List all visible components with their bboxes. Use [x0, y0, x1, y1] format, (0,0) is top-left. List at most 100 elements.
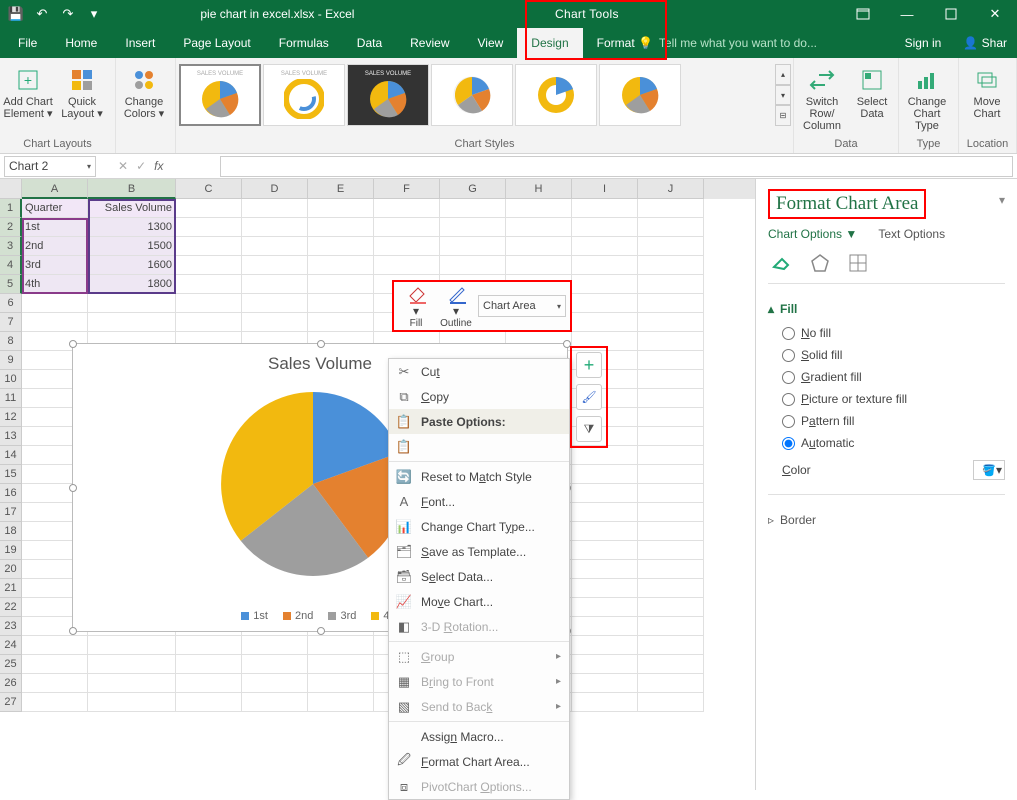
row-header-5[interactable]: 5: [0, 275, 22, 294]
tab-page-layout[interactable]: Page Layout: [169, 28, 264, 58]
tab-home[interactable]: Home: [51, 28, 111, 58]
row-header-4[interactable]: 4: [0, 256, 22, 275]
cell-b3[interactable]: 1500: [88, 237, 176, 256]
row-header-27[interactable]: 27: [0, 693, 22, 712]
row-header-24[interactable]: 24: [0, 636, 22, 655]
tab-file[interactable]: File: [4, 28, 51, 58]
row-header-7[interactable]: 7: [0, 313, 22, 332]
fx-icon[interactable]: fx: [154, 159, 163, 173]
row-header-20[interactable]: 20: [0, 560, 22, 579]
cell-b5[interactable]: 1800: [88, 275, 176, 294]
qat-customize-icon[interactable]: ▾: [86, 6, 102, 22]
formula-bar[interactable]: [220, 156, 1013, 177]
chart-filters-button[interactable]: ⧩: [576, 416, 602, 442]
context-select-data[interactable]: 🗃Select Data...: [389, 564, 569, 589]
change-colors-button[interactable]: Change Colors ▾: [118, 64, 170, 120]
row-header-23[interactable]: 23: [0, 617, 22, 636]
name-box-dropdown-icon[interactable]: ▾: [87, 162, 91, 171]
radio-automatic[interactable]: Automatic: [782, 436, 1005, 450]
chart-elements-button[interactable]: +: [576, 352, 602, 378]
context-move-chart[interactable]: 📈Move Chart...: [389, 589, 569, 614]
quick-layout-button[interactable]: Quick Layout ▾: [56, 64, 108, 120]
pie-chart[interactable]: [213, 384, 413, 584]
tab-review[interactable]: Review: [396, 28, 463, 58]
row-header-3[interactable]: 3: [0, 237, 22, 256]
row-header-18[interactable]: 18: [0, 522, 22, 541]
select-data-button[interactable]: Select Data: [850, 64, 894, 120]
tell-me[interactable]: 💡 Tell me what you want to do...: [638, 36, 817, 50]
mini-element-selector[interactable]: Chart Area ▾: [478, 295, 566, 317]
chart-style-6[interactable]: [599, 64, 681, 126]
chart-styles-scroll[interactable]: ▴ ▾ ⊟: [775, 64, 791, 126]
ribbon-options-icon[interactable]: [841, 0, 885, 28]
row-header-19[interactable]: 19: [0, 541, 22, 560]
chart-style-1[interactable]: SALES VOLUME: [179, 64, 261, 126]
size-properties-icon[interactable]: [848, 253, 868, 273]
col-header-C[interactable]: C: [176, 179, 242, 199]
chevron-down-icon[interactable]: ▾: [775, 85, 791, 106]
row-header-10[interactable]: 10: [0, 370, 22, 389]
row-header-14[interactable]: 14: [0, 446, 22, 465]
move-chart-button[interactable]: Move Chart: [961, 64, 1013, 120]
select-all-corner[interactable]: [0, 179, 22, 199]
expand-gallery-icon[interactable]: ⊟: [775, 105, 791, 126]
share-button[interactable]: 👤 Shar: [953, 28, 1017, 58]
context-copy[interactable]: ⧉Copy: [389, 384, 569, 409]
row-header-1[interactable]: 1: [0, 199, 22, 218]
col-header-J[interactable]: J: [638, 179, 704, 199]
col-header-G[interactable]: G: [440, 179, 506, 199]
cell-b1[interactable]: Sales Volume: [88, 199, 176, 218]
effects-icon[interactable]: [810, 253, 830, 273]
col-header-F[interactable]: F: [374, 179, 440, 199]
cell-a2[interactable]: 1st: [22, 218, 88, 237]
chart-style-4[interactable]: [431, 64, 513, 126]
maximize-icon[interactable]: [929, 0, 973, 28]
add-chart-element-button[interactable]: + Add Chart Element ▾: [2, 64, 54, 120]
row-header-15[interactable]: 15: [0, 465, 22, 484]
sign-in-link[interactable]: Sign in: [895, 28, 952, 58]
radio-no-fill[interactable]: No fill: [782, 326, 1005, 340]
context-save-template[interactable]: 🗂Save as Template...: [389, 539, 569, 564]
row-header-8[interactable]: 8: [0, 332, 22, 351]
tab-text-options[interactable]: Text Options: [878, 227, 945, 241]
radio-solid-fill[interactable]: Solid fill: [782, 348, 1005, 362]
chart-style-3[interactable]: Sales Volume: [347, 64, 429, 126]
context-reset-style[interactable]: 🔄Reset to Match Style: [389, 464, 569, 489]
row-header-22[interactable]: 22: [0, 598, 22, 617]
context-assign-macro[interactable]: Assign Macro...: [389, 724, 569, 749]
tab-design[interactable]: Design: [517, 28, 582, 58]
col-header-D[interactable]: D: [242, 179, 308, 199]
color-picker-button[interactable]: 🪣▾: [973, 460, 1005, 480]
row-header-21[interactable]: 21: [0, 579, 22, 598]
col-header-B[interactable]: B: [88, 179, 176, 199]
tab-insert[interactable]: Insert: [111, 28, 169, 58]
col-header-E[interactable]: E: [308, 179, 374, 199]
context-paste-picture[interactable]: 📋: [389, 434, 569, 459]
context-format-chart-area[interactable]: 🖉Format Chart Area...: [389, 749, 569, 774]
chart-style-5[interactable]: [515, 64, 597, 126]
undo-icon[interactable]: ↶: [34, 6, 50, 22]
minimize-icon[interactable]: —: [885, 0, 929, 28]
context-font[interactable]: AFont...: [389, 489, 569, 514]
save-icon[interactable]: 💾: [8, 6, 24, 22]
fill-line-icon[interactable]: [772, 253, 792, 273]
panel-border-header[interactable]: ▹ Border: [768, 513, 1005, 527]
row-header-13[interactable]: 13: [0, 427, 22, 446]
redo-icon[interactable]: ↷: [60, 6, 76, 22]
col-header-I[interactable]: I: [572, 179, 638, 199]
cell-b4[interactable]: 1600: [88, 256, 176, 275]
mini-outline-button[interactable]: ▾Outline: [438, 284, 474, 329]
radio-picture-fill[interactable]: Picture or texture fill: [782, 392, 1005, 406]
cell-a5[interactable]: 4th: [22, 275, 88, 294]
tab-view[interactable]: View: [464, 28, 518, 58]
cell-a3[interactable]: 2nd: [22, 237, 88, 256]
row-header-2[interactable]: 2: [0, 218, 22, 237]
switch-row-column-button[interactable]: Switch Row/ Column: [796, 64, 848, 132]
chart-styles-button[interactable]: 🖌: [576, 384, 602, 410]
panel-dropdown-icon[interactable]: ▾: [999, 193, 1005, 207]
change-chart-type-button[interactable]: Change Chart Type: [901, 64, 953, 132]
row-header-6[interactable]: 6: [0, 294, 22, 313]
close-icon[interactable]: ✕: [973, 0, 1017, 28]
row-header-26[interactable]: 26: [0, 674, 22, 693]
col-header-A[interactable]: A: [22, 179, 88, 199]
